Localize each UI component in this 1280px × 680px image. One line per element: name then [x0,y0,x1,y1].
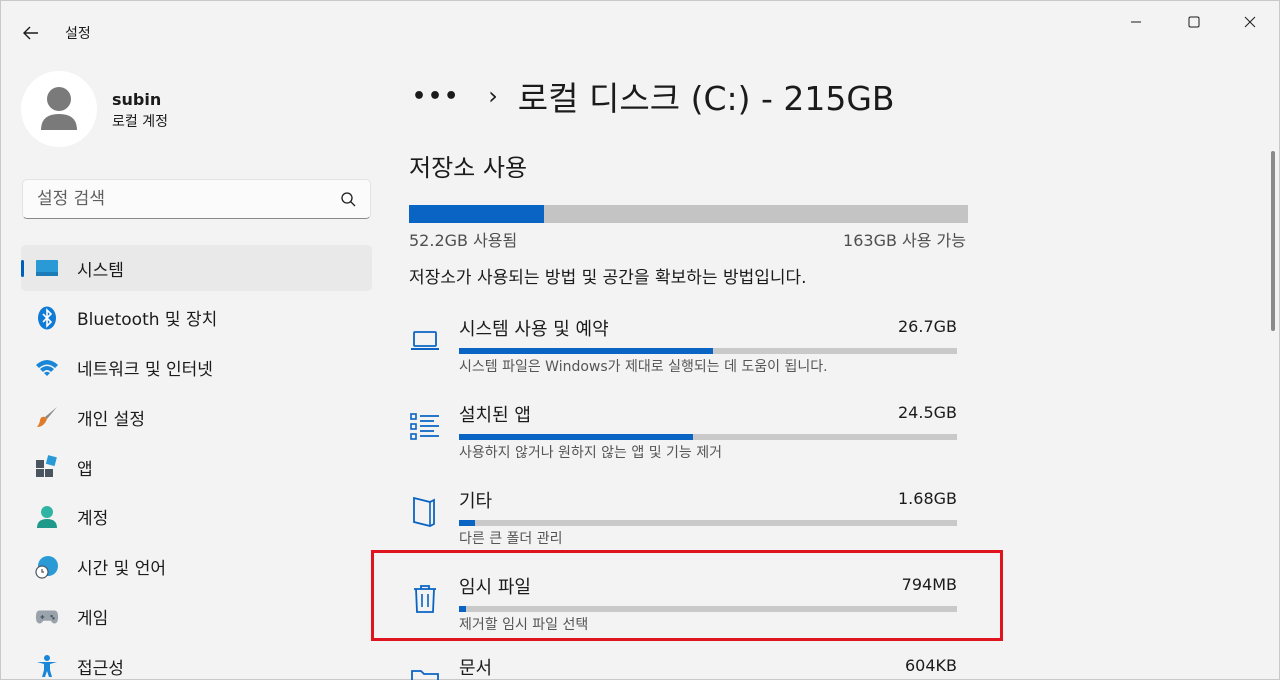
search-input[interactable] [23,180,323,218]
maximize-button[interactable] [1171,7,1217,37]
storage-description: 저장소가 사용되는 방법 및 공간을 확보하는 방법입니다. [409,268,807,288]
sidebar-nav: 시스템 Bluetooth 및 장치 네트워크 및 인터넷 개인 설정 앱 계정… [21,245,372,680]
close-button[interactable] [1227,7,1273,37]
accessibility-icon [35,655,59,678]
brush-icon [35,406,59,428]
title-bar: 설정 [1,1,1280,61]
page-title: 로컬 디스크 (C:) - 215GB [517,79,895,118]
category-system-reserved[interactable]: 시스템 사용 및 예약 26.7GB 시스템 파일은 Windows가 제대로 … [401,313,971,393]
maximize-icon [1188,16,1200,28]
sidebar-item-label: Bluetooth 및 장치 [77,310,218,331]
category-size: 1.68GB [898,489,957,508]
category-usage-bar [459,434,957,440]
search-box[interactable] [22,179,371,219]
category-size: 604KB [904,656,957,675]
category-description: 다른 큰 폴더 관리 [459,531,563,547]
sidebar-item-label: 게임 [77,609,109,630]
gamepad-icon [35,606,59,628]
documents-folder-icon [409,660,441,680]
category-description: 사용하지 않거나 원하지 않는 앱 및 기능 제거 [459,445,722,461]
sidebar-item-network[interactable]: 네트워크 및 인터넷 [21,345,372,391]
category-name: 문서 [459,658,493,679]
sidebar-item-label: 개인 설정 [77,409,145,430]
sidebar-item-gaming[interactable]: 게임 [21,594,372,640]
sidebar-item-label: 시스템 [77,260,124,281]
category-size: 26.7GB [898,317,957,336]
category-usage-fill [459,348,713,354]
sidebar-item-accessibility[interactable]: 접근성 [21,643,372,680]
total-usage-bar [409,205,968,223]
search-icon[interactable] [340,191,358,209]
category-description: 시스템 파일은 Windows가 제대로 실행되는 데 도움이 됩니다. [459,359,828,375]
sidebar-item-label: 계정 [77,509,109,530]
minimize-button[interactable] [1113,7,1159,37]
sidebar-item-apps[interactable]: 앱 [21,444,372,490]
sidebar-item-label: 네트워크 및 인터넷 [77,360,213,381]
category-size: 24.5GB [898,403,957,422]
used-space-label: 52.2GB 사용됨 [409,231,518,250]
category-usage-fill [459,520,475,526]
app-title: 설정 [65,26,91,42]
breadcrumb-separator: › [488,82,498,110]
category-installed-apps[interactable]: 설치된 앱 24.5GB 사용하지 않거나 원하지 않는 앱 및 기능 제거 [401,399,971,479]
wifi-icon [35,357,59,379]
account-icon [35,505,59,528]
scrollbar[interactable] [1271,151,1275,331]
sidebar-item-label: 앱 [77,459,93,480]
category-usage-bar [459,348,957,354]
globe-clock-icon [35,555,59,579]
back-button[interactable] [15,17,47,49]
avatar[interactable] [21,71,97,147]
category-name: 시스템 사용 및 예약 [459,319,609,340]
free-space-label: 163GB 사용 가능 [843,231,966,250]
category-name: 기타 [459,491,493,512]
section-title: 저장소 사용 [409,154,528,182]
bluetooth-icon [35,306,59,330]
app-list-icon [409,407,441,447]
minimize-icon [1131,21,1141,23]
category-usage-fill [459,434,694,440]
category-name: 설치된 앱 [459,405,531,426]
selection-indicator [21,260,24,277]
user-avatar-icon [41,87,77,130]
sidebar-item-bluetooth[interactable]: Bluetooth 및 장치 [21,295,372,341]
profile-account-type: 로컬 계정 [112,114,168,130]
category-documents[interactable]: 문서 604KB [401,656,971,680]
settings-window: 설정 subin 로컬 계정 시스템 [0,0,1280,680]
total-usage-fill [409,205,545,223]
sidebar-item-personalization[interactable]: 개인 설정 [21,394,372,440]
folder-outline-icon [409,493,441,533]
laptop-icon [409,321,441,361]
close-icon [1244,16,1256,28]
sidebar-item-label: 접근성 [77,658,124,679]
sidebar-item-time-language[interactable]: 시간 및 언어 [21,544,372,590]
system-icon [35,257,59,279]
breadcrumb-more-button[interactable]: ••• [412,84,460,109]
back-arrow-icon [23,26,38,40]
sidebar-item-system[interactable]: 시스템 [21,245,372,291]
highlight-annotation [371,550,1003,641]
sidebar-item-label: 시간 및 언어 [77,559,167,580]
profile-name: subin [112,90,162,109]
apps-icon [35,455,59,478]
breadcrumb: ••• › 로컬 디스크 (C:) - 215GB [412,73,895,119]
category-usage-bar [459,520,957,526]
sidebar-item-accounts[interactable]: 계정 [21,494,372,540]
